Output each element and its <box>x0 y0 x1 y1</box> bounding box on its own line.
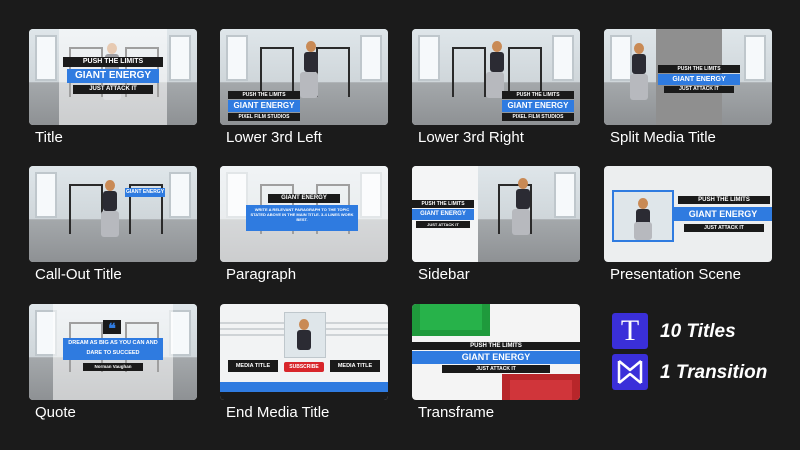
preview-end-media-title: MEDIA TITLE SUBSCRIBE MEDIA TITLE <box>220 304 388 400</box>
preview-paragraph: GIANT ENERGY WRITE A RELEVANT PARAGRAPH … <box>220 166 388 262</box>
thumbnail-transframe[interactable]: PUSH THE LIMITS GIANT ENERGY JUST ATTACK… <box>412 304 580 421</box>
overlay-line1: PUSH THE LIMITS <box>678 196 770 204</box>
thumbnail-title[interactable]: PUSH THE LIMITS GIANT ENERGY JUST ATTACK… <box>29 29 197 146</box>
thumbnail-end-media-title[interactable]: MEDIA TITLE SUBSCRIBE MEDIA TITLE End Me… <box>220 304 388 421</box>
thumbnail-paragraph[interactable]: GIANT ENERGY WRITE A RELEVANT PARAGRAPH … <box>220 166 388 283</box>
overlay-line1: PUSH THE LIMITS <box>412 200 474 208</box>
quote-text: DREAM AS BIG AS YOU CAN AND DARE TO SUCC… <box>63 338 163 360</box>
quote-author: Norman Vaughan <box>83 363 143 371</box>
preview-lower-3rd-left: PUSH THE LIMITS GIANT ENERGY PIXEL FILM … <box>220 29 388 125</box>
overlay-line1: PUSH THE LIMITS <box>63 57 163 67</box>
overlay-line2: GIANT ENERGY <box>412 351 580 364</box>
overlay-line2: GIANT ENERGY <box>658 74 740 85</box>
titles-count: 10 Titles <box>660 321 736 342</box>
preview-quote: ❝ DREAM AS BIG AS YOU CAN AND DARE TO SU… <box>29 304 197 400</box>
caption: Lower 3rd Left <box>226 129 322 146</box>
overlay-line2: GIANT ENERGY <box>228 100 300 112</box>
thumbnail-call-out-title[interactable]: GIANT ENERGY Call-Out Title <box>29 166 197 283</box>
preview-call-out-title: GIANT ENERGY <box>29 166 197 262</box>
thumbnail-lower-3rd-right[interactable]: PUSH THE LIMITS GIANT ENERGY PIXEL FILM … <box>412 29 580 146</box>
overlay-studio: PIXEL FILM STUDIOS <box>228 113 300 121</box>
end-title-left: MEDIA TITLE <box>228 360 278 372</box>
overlay-line3: JUST ATTACK IT <box>442 365 550 373</box>
overlay-line1: PUSH THE LIMITS <box>412 342 580 350</box>
overlay-line2: GIANT ENERGY <box>674 207 772 221</box>
preview-transframe: PUSH THE LIMITS GIANT ENERGY JUST ATTACK… <box>412 304 580 400</box>
overlay-line1: PUSH THE LIMITS <box>502 91 574 99</box>
overlay-line2: GIANT ENERGY <box>125 188 165 197</box>
paragraph-body: WRITE A RELEVANT PARAGRAPH TO THE TOPIC … <box>246 205 358 231</box>
caption: Sidebar <box>418 266 470 283</box>
caption: End Media Title <box>226 404 330 421</box>
overlay-studio: PIXEL FILM STUDIOS <box>502 113 574 121</box>
overlay-line1: PUSH THE LIMITS <box>658 65 740 73</box>
preview-sidebar: PUSH THE LIMITS GIANT ENERGY JUST ATTACK… <box>412 166 580 262</box>
quote-mark-icon: ❝ <box>103 320 121 336</box>
thumbnail-sidebar[interactable]: PUSH THE LIMITS GIANT ENERGY JUST ATTACK… <box>412 166 580 283</box>
preview-lower-3rd-right: PUSH THE LIMITS GIANT ENERGY PIXEL FILM … <box>412 29 580 125</box>
preview-presentation-scene: PUSH THE LIMITS GIANT ENERGY JUST ATTACK… <box>604 166 772 262</box>
subscribe-button: SUBSCRIBE <box>284 362 324 372</box>
caption: Split Media Title <box>610 129 716 146</box>
transition-bowtie-icon <box>612 354 648 390</box>
thumbnail-presentation-scene[interactable]: PUSH THE LIMITS GIANT ENERGY JUST ATTACK… <box>604 166 772 283</box>
caption: Transframe <box>418 404 495 421</box>
thumbnail-quote[interactable]: ❝ DREAM AS BIG AS YOU CAN AND DARE TO SU… <box>29 304 197 421</box>
overlay-line1: PUSH THE LIMITS <box>228 91 300 99</box>
end-title-right: MEDIA TITLE <box>330 360 380 372</box>
preview-split-media-title: PUSH THE LIMITS GIANT ENERGY JUST ATTACK… <box>604 29 772 125</box>
overlay-line3: JUST ATTACK IT <box>684 224 764 232</box>
caption: Paragraph <box>226 266 297 283</box>
caption: Quote <box>35 404 76 421</box>
caption: Call-Out Title <box>35 266 122 283</box>
title-t-icon: T <box>612 313 648 349</box>
overlay-line2: GIANT ENERGY <box>268 194 340 203</box>
thumbnail-lower-3rd-left[interactable]: PUSH THE LIMITS GIANT ENERGY PIXEL FILM … <box>220 29 388 146</box>
preview-title: PUSH THE LIMITS GIANT ENERGY JUST ATTACK… <box>29 29 197 125</box>
caption: Presentation Scene <box>610 266 741 283</box>
transition-count: 1 Transition <box>660 362 768 383</box>
overlay-line2: GIANT ENERGY <box>502 100 574 112</box>
overlay-line3: JUST ATTACK IT <box>73 85 153 94</box>
overlay-line2: GIANT ENERGY <box>412 209 474 220</box>
caption: Lower 3rd Right <box>418 129 524 146</box>
overlay-line3: JUST ATTACK IT <box>664 86 734 93</box>
thumbnail-split-media-title[interactable]: PUSH THE LIMITS GIANT ENERGY JUST ATTACK… <box>604 29 772 146</box>
overlay-line3: JUST ATTACK IT <box>416 221 470 228</box>
overlay-line2: GIANT ENERGY <box>67 69 159 83</box>
caption: Title <box>35 129 63 146</box>
